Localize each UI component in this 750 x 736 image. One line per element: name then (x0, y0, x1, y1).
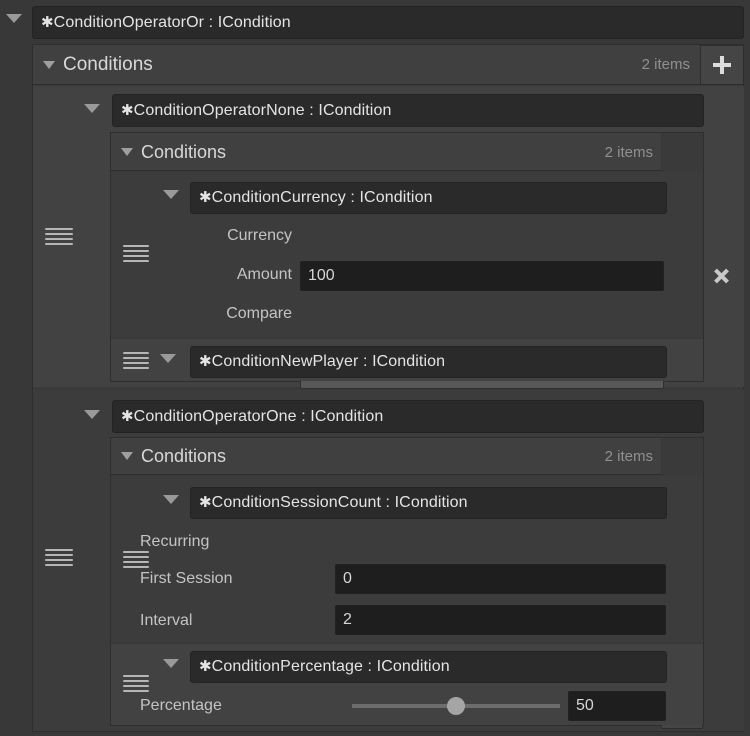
item0-conditions-label: Conditions (141, 142, 227, 162)
recurring-field-label: Recurring (140, 533, 210, 550)
asterisk-icon: ✱ (199, 353, 212, 370)
triangle-down-icon (160, 354, 176, 363)
drag-handle-icon[interactable] (123, 675, 149, 692)
triangle-down-icon (84, 410, 100, 419)
interval-value: 2 (343, 611, 352, 628)
item0-conditions-header[interactable]: Conditions 2 items (111, 133, 661, 171)
percentage-input[interactable]: 50 (568, 691, 666, 721)
item1-conditions-foldout[interactable] (121, 452, 133, 460)
root-conditions-header[interactable]: Conditions 2 items (33, 45, 700, 85)
triangle-down-icon (163, 659, 179, 668)
item1-conditions-label: Conditions (141, 446, 227, 466)
item1-conditions-header[interactable]: Conditions 2 items (111, 438, 661, 475)
triangle-down-icon (121, 148, 133, 156)
amount-value: 100 (308, 267, 335, 284)
amount-field-label: Amount (236, 266, 292, 283)
root-foldout-arrow[interactable] (6, 14, 22, 23)
percentage-value: 50 (576, 697, 594, 714)
drag-handle-icon[interactable] (45, 228, 73, 245)
newplayer-foldout-arrow[interactable] (160, 354, 176, 363)
percentage-slider[interactable] (352, 692, 560, 720)
item0-conditions-items-count: 2 items (604, 144, 653, 161)
root-conditions-foldout[interactable] (43, 61, 55, 69)
slider-thumb[interactable] (447, 697, 465, 715)
currency-foldout-arrow[interactable] (163, 190, 179, 199)
asterisk-icon: ✱ (41, 14, 54, 31)
root-object-label: ConditionOperatorOr : ICondition (53, 14, 291, 31)
first-session-value: 0 (343, 570, 352, 587)
item0-object-field[interactable]: ✱ConditionOperatorNone : ICondition (112, 94, 704, 127)
root-add-condition-button[interactable] (700, 45, 744, 85)
currency-object-field[interactable]: ✱ConditionCurrency : ICondition (190, 182, 667, 214)
percentage-object-field[interactable]: ✱ConditionPercentage : ICondition (190, 651, 667, 683)
sessioncount-foldout-arrow[interactable] (163, 495, 179, 504)
item1-foldout-arrow[interactable] (84, 410, 100, 419)
triangle-down-icon (43, 61, 55, 69)
first-session-field-label: First Session (140, 570, 233, 587)
item0-foldout-arrow[interactable] (84, 104, 100, 113)
first-session-input[interactable]: 0 (335, 564, 666, 594)
item1-conditions-items-count: 2 items (604, 448, 653, 465)
percentage-field-label: Percentage (140, 697, 222, 714)
newplayer-object-label: ConditionNewPlayer : ICondition (211, 353, 446, 370)
newplayer-object-field[interactable]: ✱ConditionNewPlayer : ICondition (190, 346, 667, 378)
drag-handle-icon[interactable] (45, 549, 73, 566)
asterisk-icon: ✱ (199, 658, 212, 675)
triangle-down-icon (121, 452, 133, 460)
compare-field-label: Compare (226, 305, 292, 322)
asterisk-icon: ✱ (121, 102, 134, 119)
percentage-object-label: ConditionPercentage : ICondition (211, 658, 450, 675)
amount-input[interactable]: 100 (300, 261, 664, 291)
triangle-down-icon (6, 14, 22, 23)
asterisk-icon: ✱ (199, 189, 212, 206)
currency-object-label: ConditionCurrency : ICondition (211, 189, 433, 206)
interval-input[interactable]: 2 (335, 605, 666, 635)
interval-field-label: Interval (140, 612, 193, 629)
root-object-field[interactable]: ✱ConditionOperatorOr : ICondition (32, 6, 744, 39)
sessioncount-object-field[interactable]: ✱ConditionSessionCount : ICondition (190, 487, 667, 519)
percentage-foldout-arrow[interactable] (163, 659, 179, 668)
item1-object-field[interactable]: ✱ConditionOperatorOne : ICondition (112, 400, 704, 433)
root-conditions-items-count: 2 items (641, 56, 690, 73)
triangle-down-icon (163, 190, 179, 199)
item0-conditions-foldout[interactable] (121, 148, 133, 156)
item0-object-label: ConditionOperatorNone : ICondition (133, 102, 392, 119)
triangle-down-icon (84, 104, 100, 113)
remove-item-button[interactable] (706, 261, 736, 291)
triangle-down-icon (163, 495, 179, 504)
root-conditions-label: Conditions (63, 54, 153, 75)
sessioncount-object-label: ConditionSessionCount : ICondition (211, 494, 468, 511)
inspector-root: ✱ConditionOperatorOr : ICondition Condit… (0, 0, 750, 736)
currency-field-label: Currency (227, 227, 292, 244)
asterisk-icon: ✱ (121, 408, 134, 425)
item1-object-label: ConditionOperatorOne : ICondition (133, 408, 384, 425)
asterisk-icon: ✱ (199, 494, 212, 511)
drag-handle-icon[interactable] (123, 352, 149, 369)
